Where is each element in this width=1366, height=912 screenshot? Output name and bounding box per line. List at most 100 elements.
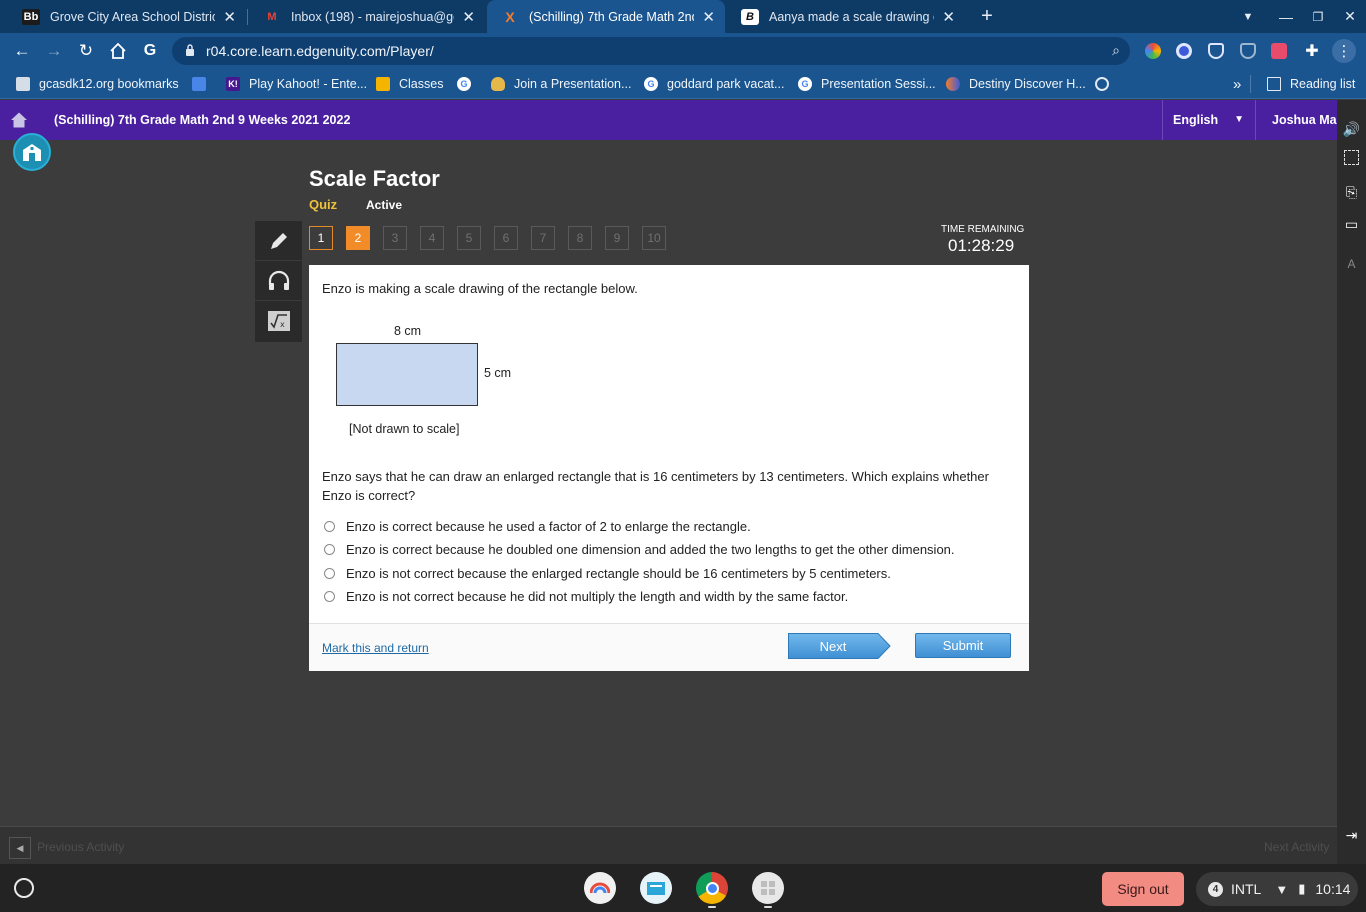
rectangle-figure: 8 cm 5 cm [Not drawn to scale]: [322, 321, 542, 441]
bookmark-gcasdk12[interactable]: gcasdk12.org bookmarks: [16, 75, 179, 93]
question-number-button[interactable]: 9: [605, 226, 629, 250]
edgenuity-icon: X: [505, 8, 515, 25]
puzzle-icon[interactable]: ✚: [1300, 39, 1324, 63]
launcher-icon[interactable]: [14, 878, 34, 898]
browser-tab-brainly[interactable]: B Aanya made a scale drawing of ✕: [727, 0, 965, 33]
home-icon[interactable]: [106, 39, 130, 63]
rectangle-shape: [336, 343, 478, 406]
pencil-tool-button[interactable]: [255, 221, 302, 261]
back-icon[interactable]: ←: [10, 39, 34, 63]
course-header: (Schilling) 7th Grade Math 2nd 9 Weeks 2…: [0, 100, 1337, 140]
bookmark-kahoot[interactable]: K! Play Kahoot! - Ente...: [226, 75, 367, 93]
restore-icon[interactable]: ❐: [1303, 0, 1333, 33]
bookmark-docs[interactable]: [192, 75, 215, 93]
new-tab-button[interactable]: +: [972, 0, 1002, 33]
home-icon[interactable]: [10, 111, 28, 129]
question-card: Enzo is making a scale drawing of the re…: [309, 265, 1029, 671]
close-window-icon[interactable]: ✕: [1335, 0, 1365, 33]
menu-kebab-icon[interactable]: ⋮: [1332, 39, 1356, 63]
sign-out-button[interactable]: Sign out: [1102, 872, 1184, 906]
bookmark-globe[interactable]: [1095, 75, 1118, 93]
question-number-button[interactable]: 2: [346, 226, 370, 250]
bookmark-classes[interactable]: Classes: [376, 75, 443, 93]
reload-icon[interactable]: ↻: [74, 39, 98, 63]
submit-button[interactable]: Submit: [915, 633, 1011, 658]
next-activity-label: Next Activity: [1264, 840, 1330, 854]
select-region-icon[interactable]: [1344, 150, 1359, 165]
browser-tab-school-district[interactable]: Bb Grove City Area School District / ✕: [8, 0, 246, 33]
forward-icon[interactable]: →: [42, 39, 66, 63]
radio-button[interactable]: [324, 568, 335, 579]
reading-list-button[interactable]: Reading list: [1250, 75, 1355, 93]
timer-value: 01:28:29: [948, 236, 1015, 255]
chrome-app-icon[interactable]: [696, 872, 728, 904]
chrome-canvas-app-icon[interactable]: [584, 872, 616, 904]
radio-button[interactable]: [324, 544, 335, 555]
status-tray[interactable]: 4 INTL ▼ ▮ 10:14: [1196, 872, 1358, 906]
answer-option[interactable]: Enzo is not correct because he did not m…: [324, 589, 848, 604]
zoom-icon[interactable]: ⌕: [1112, 42, 1120, 59]
mark-and-return-link[interactable]: Mark this and return: [322, 641, 429, 655]
screen-share-icon[interactable]: ⎘: [1342, 183, 1361, 202]
help-button[interactable]: [13, 133, 51, 171]
activity-type-label: Quiz: [309, 197, 338, 212]
google-icon: G: [644, 77, 658, 91]
bookmark-presentation-session[interactable]: G Presentation Sessi...: [798, 75, 936, 93]
answer-option[interactable]: Enzo is not correct because the enlarged…: [324, 566, 891, 581]
answer-option[interactable]: Enzo is correct because he used a factor…: [324, 519, 751, 534]
bookmarks-overflow-button[interactable]: »: [1233, 75, 1241, 93]
bookmark-goddard-park[interactable]: G goddard park vacat...: [644, 75, 784, 93]
clock: 10:14: [1315, 881, 1351, 897]
bookmark-label: goddard park vacat...: [667, 77, 785, 91]
browser-tab-gmail[interactable]: M Inbox (198) - mairejoshua@gcas ✕: [249, 0, 485, 33]
shield-outline-icon[interactable]: [1240, 43, 1256, 59]
question-number-button[interactable]: 10: [642, 226, 666, 250]
audio-tool-button[interactable]: [255, 261, 302, 301]
browser-toolbar: ← → ↻ G r04.core.learn.edgenuity.com/Pla…: [0, 33, 1366, 69]
tab-title: Grove City Area School District /: [50, 9, 216, 24]
question-number-button[interactable]: 4: [420, 226, 444, 250]
browser-tab-edgenuity[interactable]: X (Schilling) 7th Grade Math 2nd 9 ✕: [487, 0, 725, 33]
speaker-icon[interactable]: 🔊: [1342, 120, 1361, 139]
question-number-button[interactable]: 6: [494, 226, 518, 250]
classroom-app-icon[interactable]: [640, 872, 672, 904]
radio-button[interactable]: [324, 521, 335, 532]
bookmark-label: Classes: [399, 77, 444, 91]
radio-button[interactable]: [324, 591, 335, 602]
screencast-icon[interactable]: [1271, 43, 1287, 59]
close-tab-icon[interactable]: ✕: [942, 8, 955, 26]
calculator-tool-button[interactable]: x: [255, 301, 302, 341]
text-tool-icon[interactable]: A: [1342, 254, 1361, 273]
google-icon[interactable]: G: [138, 39, 162, 63]
figure-caption: [Not drawn to scale]: [349, 422, 460, 436]
previous-activity-button[interactable]: ◀: [9, 837, 31, 859]
app-grid-icon[interactable]: [752, 872, 784, 904]
question-number-button[interactable]: 1: [309, 226, 333, 250]
next-button[interactable]: Next: [788, 633, 891, 659]
user-menu[interactable]: Joshua Mai: [1255, 100, 1337, 140]
question-number-button[interactable]: 5: [457, 226, 481, 250]
question-number-button[interactable]: 3: [383, 226, 407, 250]
tab-search-icon[interactable]: ▼: [1233, 0, 1263, 33]
extension-target-icon[interactable]: [1176, 43, 1192, 59]
close-tab-icon[interactable]: ✕: [462, 8, 475, 26]
globe-icon: [1095, 77, 1109, 91]
card-icon[interactable]: ▭: [1342, 215, 1361, 234]
question-number-button[interactable]: 8: [568, 226, 592, 250]
address-bar[interactable]: r04.core.learn.edgenuity.com/Player/ ⌕: [172, 37, 1130, 65]
bookmark-join-presentation[interactable]: Join a Presentation...: [491, 75, 631, 93]
close-tab-icon[interactable]: ✕: [702, 8, 715, 26]
question-number-button[interactable]: 7: [531, 226, 555, 250]
answer-option[interactable]: Enzo is correct because he doubled one d…: [324, 542, 955, 557]
os-shelf: Sign out 4 INTL ▼ ▮ 10:14: [0, 864, 1366, 912]
bookmark-google[interactable]: G: [457, 75, 480, 93]
close-tab-icon[interactable]: ✕: [223, 8, 236, 26]
minimize-icon[interactable]: —: [1271, 0, 1301, 33]
headphones-icon: [268, 270, 289, 290]
language-select[interactable]: English ▼: [1162, 100, 1254, 140]
shield-icon[interactable]: [1208, 43, 1224, 59]
medal-icon: [491, 77, 505, 91]
exit-icon[interactable]: ⇥: [1342, 826, 1361, 845]
extension-color-icon[interactable]: [1145, 43, 1161, 59]
bookmark-destiny[interactable]: Destiny Discover H...: [946, 75, 1086, 93]
